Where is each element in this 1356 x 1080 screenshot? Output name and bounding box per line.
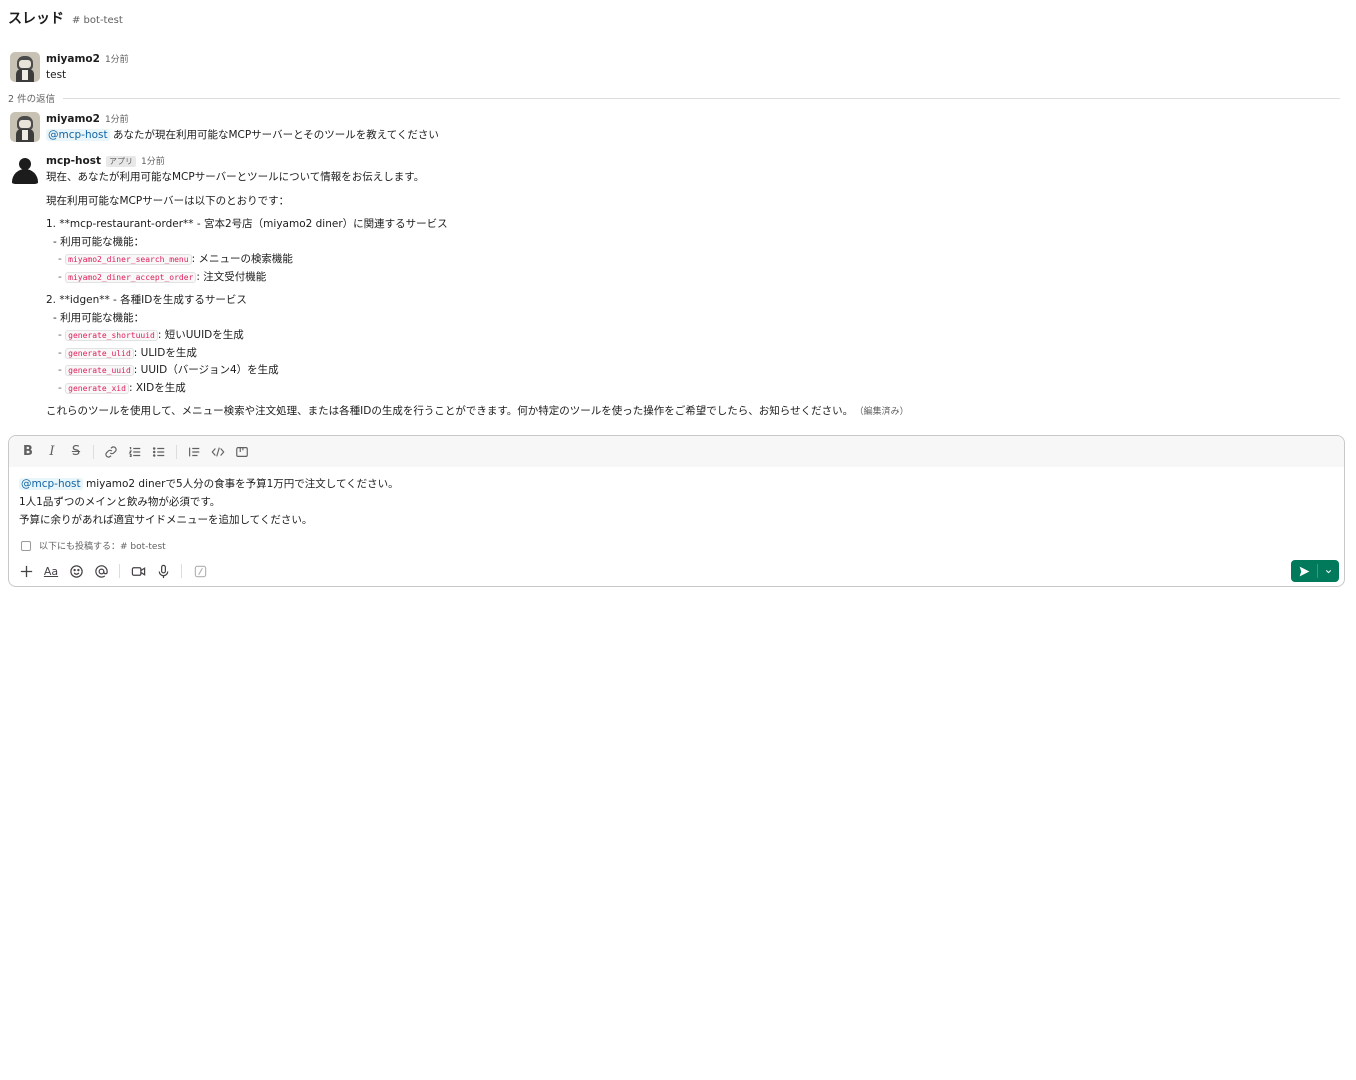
reply-count: 2 件の返信 [8, 94, 56, 105]
bot-reply-message: mcp-host アプリ 1分前 現在、あなたが利用可能なMCPサーバーとツール… [10, 154, 1340, 422]
server-title: 2. **idgen** - 各種IDを生成するサービス [46, 294, 247, 306]
blockquote-icon[interactable] [183, 441, 205, 463]
composer-actions: Aa [15, 560, 211, 582]
chevron-down-icon[interactable] [1318, 560, 1339, 582]
tool-item: - generate_ulid: ULIDを生成 [58, 346, 197, 359]
video-icon[interactable] [127, 560, 149, 582]
mention-icon[interactable] [90, 560, 112, 582]
server-subtitle: - 利用可能な機能： [53, 235, 145, 248]
channel-link[interactable]: # bot-test [72, 15, 123, 26]
message-intro: 現在、あなたが利用可能なMCPサーバーとツールについて情報をお伝えします。 [46, 171, 425, 183]
tool-item: - miyamo2_diner_accept_order: 注文受付機能 [58, 270, 267, 283]
also-post-checkbox[interactable] [21, 540, 31, 551]
tool-desc: : UUID（バージョン4）を生成 [133, 364, 279, 376]
app-badge: アプリ [106, 156, 136, 167]
message-lead: 現在利用可能なMCPサーバーは以下のとおりです： [46, 194, 290, 207]
message-composer[interactable]: B I S @mcp-host miyamo2 dinerで5人分の食事を予算1… [8, 435, 1345, 587]
sender-name[interactable]: miyamo2 [46, 53, 100, 65]
plus-icon[interactable] [15, 560, 37, 582]
message-closing: これらのツールを使用して、メニュー検索や注文処理、または各種IDの生成を行うこと… [46, 405, 909, 417]
avatar[interactable] [10, 112, 40, 142]
italic-icon[interactable]: I [41, 441, 63, 463]
tool-code: miyamo2_diner_accept_order [65, 271, 197, 283]
edited-label: （編集済み） [859, 407, 909, 417]
send-button-group [1291, 560, 1339, 582]
bot-avatar[interactable] [10, 154, 40, 184]
timestamp[interactable]: 1分前 [105, 112, 129, 125]
tool-desc: : メニューの検索機能 [191, 253, 293, 265]
tool-code: miyamo2_diner_search_menu [65, 254, 192, 265]
message-text: @mcp-host あなたが現在利用可能なMCPサーバーとそのツールを教えてくだ… [46, 127, 1340, 144]
divider-line [63, 97, 1340, 99]
tool-code: generate_uuid [65, 365, 134, 376]
tool-item: - generate_shortuuid: 短いUUIDを生成 [58, 329, 244, 341]
slash-command-icon[interactable] [189, 560, 211, 582]
send-button[interactable] [1291, 560, 1317, 582]
thread-title: スレッド [8, 11, 64, 27]
tool-code: generate_shortuuid [65, 330, 158, 341]
tool-desc: : XIDを生成 [128, 381, 186, 394]
code-icon[interactable] [207, 441, 229, 463]
code-block-icon[interactable] [231, 441, 253, 463]
tool-code: generate_ulid [65, 347, 134, 359]
also-post-option[interactable]: 以下にも投稿する：# bot-test [21, 539, 166, 552]
mention-link[interactable]: @mcp-host [46, 129, 110, 141]
microphone-icon[interactable] [152, 560, 174, 582]
reply-message: miyamo2 1分前 @mcp-host あなたが現在利用可能なMCPサーバー… [10, 112, 1340, 144]
thread-header: スレッド # bot-test [8, 8, 123, 32]
parent-message: miyamo2 1分前 test [10, 52, 1340, 84]
strikethrough-icon[interactable]: S [65, 441, 87, 463]
server-subtitle: - 利用可能な機能： [53, 311, 145, 324]
tool-desc: : 短いUUIDを生成 [157, 329, 244, 341]
ordered-list-icon[interactable] [124, 441, 146, 463]
bulleted-list-icon[interactable] [148, 441, 170, 463]
tool-code: generate_xid [65, 382, 129, 394]
sender-name[interactable]: mcp-host [46, 155, 101, 167]
mention-link[interactable]: @mcp-host [19, 478, 83, 490]
format-text-icon[interactable]: Aa [40, 560, 62, 582]
sender-name[interactable]: miyamo2 [46, 113, 100, 125]
message-text: test [46, 69, 67, 81]
tool-desc: : ULIDを生成 [133, 346, 197, 359]
emoji-icon[interactable] [65, 560, 87, 582]
also-post-label: 以下にも投稿する：# bot-test [39, 542, 166, 552]
tool-item: - generate_uuid: UUID（バージョン4）を生成 [58, 364, 279, 376]
composer-input[interactable]: @mcp-host miyamo2 dinerで5人分の食事を予算1万円で注文し… [9, 467, 1344, 529]
formatting-toolbar: B I S [9, 436, 1344, 467]
avatar[interactable] [10, 52, 40, 82]
timestamp[interactable]: 1分前 [141, 154, 165, 167]
tool-item: - miyamo2_diner_search_menu: メニューの検索機能 [58, 253, 293, 265]
bold-icon[interactable]: B [17, 441, 39, 463]
tool-desc: : 注文受付機能 [196, 270, 267, 283]
replies-divider: 2 件の返信 [8, 91, 1340, 105]
timestamp[interactable]: 1分前 [105, 52, 129, 65]
server-title: 1. **mcp-restaurant-order** - 宮本2号店（miya… [46, 218, 448, 230]
message-body: あなたが現在利用可能なMCPサーバーとそのツールを教えてください [109, 129, 439, 141]
link-icon[interactable] [100, 441, 122, 463]
tool-item: - generate_xid: XIDを生成 [58, 381, 186, 394]
